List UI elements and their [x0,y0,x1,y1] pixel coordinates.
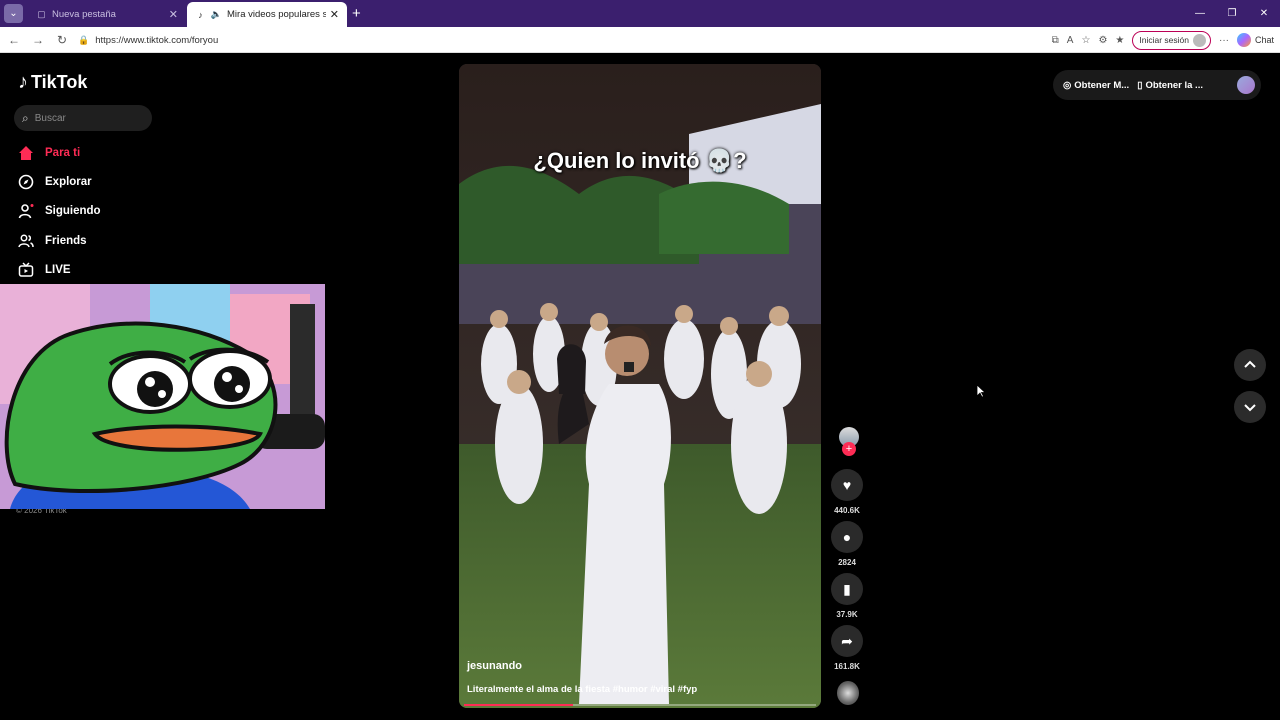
tab-tiktok[interactable]: ♪ 🔈 Mira videos populares seleccionados … [187,2,347,27]
video-description: Literalmente el alma de la fiesta #humor… [467,684,698,695]
sidebar-item-live[interactable]: LIVE [18,262,71,278]
copilot-chat-button[interactable]: Chat [1236,33,1274,47]
bookmark-icon: ▮ [843,580,851,597]
heart-icon: ♥ [842,477,852,493]
new-tab-button[interactable]: + [352,5,361,22]
home-icon [18,145,34,161]
webcam-overlay [0,284,325,509]
mouse-cursor-icon [976,384,986,398]
get-coins-label: Obtener M... [1074,79,1130,91]
tab-actions-menu-button[interactable]: ⌄ [4,4,23,23]
like-count: 440.6K [834,506,860,515]
open-in-app-icon[interactable]: ⧉ [1052,35,1059,46]
favorite-star-icon[interactable]: ☆ [1081,35,1090,46]
comment-button[interactable]: ● [831,521,863,553]
sidebar-item-label: Explorar [45,176,92,188]
close-tab-icon[interactable]: ✕ [330,8,339,21]
video-player[interactable]: ¿Quien lo invitó 💀? jesunando Literalmen… [459,64,821,708]
like-button[interactable]: ♥ [831,469,863,501]
previous-video-button[interactable] [1234,349,1266,381]
speaker-icon[interactable]: 🔈 [211,9,222,20]
live-icon [18,262,34,278]
refresh-icon[interactable]: ↻ [50,33,74,47]
sidebar-item-label: LIVE [45,264,71,276]
share-icon: ➦ [841,632,853,649]
chat-label: Chat [1254,35,1274,45]
sidebar-item-para-ti[interactable]: Para ti [18,145,80,161]
search-placeholder: Buscar [34,112,66,124]
restore-icon[interactable]: ❐ [1216,0,1248,27]
share-count: 161.8K [834,662,860,671]
friends-icon [18,233,34,249]
coin-icon: ◎ [1063,79,1072,91]
sidebar-item-friends[interactable]: Friends [18,233,87,249]
sidebar-item-explorar[interactable]: Explorar [18,174,92,190]
get-coins-button[interactable]: ◎ Obtener M... [1063,80,1129,91]
following-icon [18,203,34,219]
frog-avatar-image [0,284,325,509]
search-input[interactable]: ⌕ Buscar [14,105,152,131]
tiktok-logo[interactable]: ♪ TikTok [18,71,87,94]
video-progress-bar[interactable] [464,704,816,706]
address-bar: ← → ↻ 🔒 https://www.tiktok.com/foryou ⧉ … [0,27,1280,53]
phone-icon: ▯ [1137,79,1143,91]
chevron-down-icon [1244,404,1256,412]
url-field[interactable]: 🔒 https://www.tiktok.com/foryou [78,31,218,49]
sidebar-item-label: Para ti [45,147,81,159]
sign-in-button[interactable]: Iniciar sesión [1132,30,1211,50]
forward-icon[interactable]: → [26,33,50,47]
extensions-icon[interactable]: ⚙ [1098,35,1107,46]
back-icon[interactable]: ← [2,33,26,47]
tiktok-note-icon: ♪ [18,71,28,93]
tab-new-tab[interactable]: ▢ Nueva pestaña ✕ [28,2,186,27]
url-text: https://www.tiktok.com/foryou [95,34,219,46]
tiktok-favicon-icon: ♪ [198,9,203,20]
sidebar-item-label: Friends [45,235,87,247]
next-video-button[interactable] [1234,391,1266,423]
logo-text: TikTok [31,72,88,92]
new-tab-page-icon: ▢ [37,9,46,19]
follow-plus-icon[interactable]: + [842,442,856,456]
chevron-up-icon [1244,360,1256,368]
profile-avatar-icon [1192,33,1206,47]
search-icon: ⌕ [22,110,29,125]
top-right-bar: ◎ Obtener M... ▯ Obtener la ... [1053,70,1261,100]
comment-icon: ● [842,529,852,545]
copilot-icon [1236,33,1251,47]
favorites-icon[interactable]: ★ [1115,35,1124,46]
more-options-icon[interactable]: ··· [1219,35,1229,46]
profile-avatar[interactable] [1237,76,1255,94]
get-app-button[interactable]: ▯ Obtener la ... [1137,80,1203,91]
comment-count: 2824 [838,558,856,567]
minimize-icon[interactable]: — [1184,0,1216,27]
video-caption-overlay: ¿Quien lo invitó 💀? [533,148,747,173]
sidebar-item-label: Siguiendo [45,205,101,217]
browser-tab-bar: ⌄ ▢ Nueva pestaña ✕ ♪ 🔈 Mira videos popu… [0,0,1280,27]
get-app-label: Obtener la ... [1145,79,1203,91]
translate-icon[interactable]: A [1067,35,1074,46]
close-tab-icon[interactable]: ✕ [169,8,178,21]
site-info-icon[interactable]: 🔒 [78,35,89,46]
close-window-icon[interactable]: ✕ [1248,0,1280,27]
compass-icon [18,174,34,190]
tab-title: Mira videos populares seleccionados [227,9,326,20]
save-count: 37.9K [836,610,858,619]
creator-avatar[interactable]: + [839,427,859,456]
video-author[interactable]: jesunando [467,660,522,672]
video-progress-fill [464,704,574,706]
sign-in-label: Iniciar sesión [1139,35,1189,45]
music-disc-icon[interactable] [837,681,859,705]
save-button[interactable]: ▮ [831,573,863,605]
sidebar-item-siguiendo[interactable]: Siguiendo [18,203,101,219]
tab-title: Nueva pestaña [52,9,116,20]
share-button[interactable]: ➦ [831,625,863,657]
tiktok-page: ♪ TikTok ⌕ Buscar Para ti Explorar Sigui… [0,53,1280,720]
